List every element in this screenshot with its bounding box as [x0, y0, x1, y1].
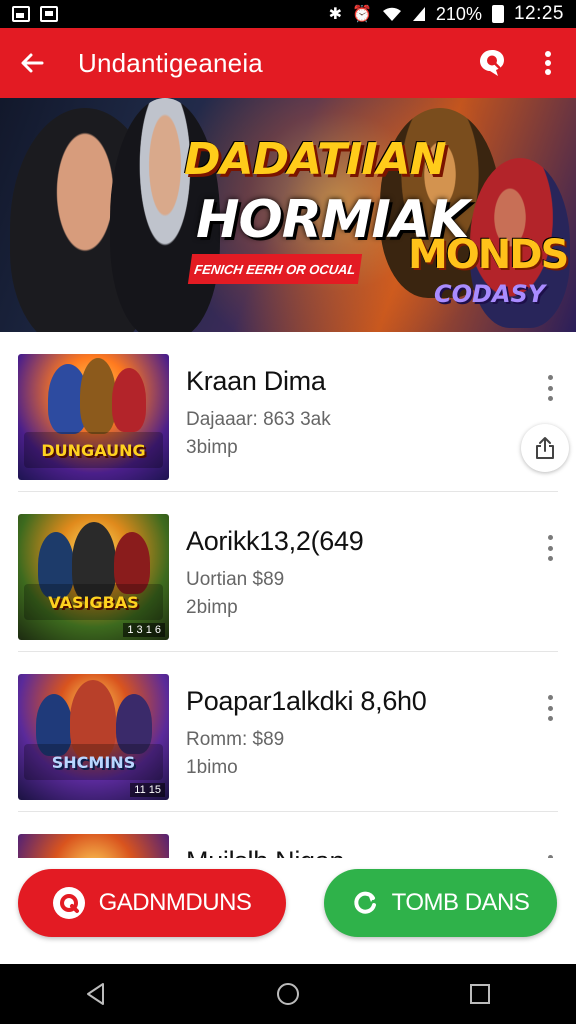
- secondary-action-button[interactable]: TOMB DANS: [324, 869, 557, 937]
- banner-logo-line2: CODASY: [434, 280, 546, 308]
- item-more-button[interactable]: [538, 372, 562, 404]
- overflow-menu-button[interactable]: [520, 28, 576, 98]
- game-list[interactable]: DUNGAUNG Kraan Dima Dajaaar: 863 3ak 3bi…: [0, 332, 576, 858]
- app-bar: Undantigeaneia: [0, 28, 576, 98]
- gallery-notification-icon: [12, 6, 30, 22]
- thumbnail-title: DUNGAUNG: [24, 432, 163, 468]
- signal-icon: [412, 7, 425, 21]
- game-thumbnail: [18, 834, 169, 858]
- more-vert-icon: [545, 51, 551, 75]
- game-thumbnail: SHCMINS 11 15: [18, 674, 169, 800]
- status-bar: ✱ ⏰ 210% 12:25: [0, 0, 576, 28]
- alarm-icon: ⏰: [351, 6, 372, 23]
- message-notification-icon: [40, 6, 58, 22]
- clock: 12:25: [513, 3, 564, 24]
- game-meta-secondary: 1bimo: [186, 757, 238, 778]
- search-button[interactable]: [464, 28, 520, 98]
- search-icon: [480, 50, 504, 76]
- thumbnail-badge: 11 15: [130, 783, 165, 797]
- share-button[interactable]: [521, 424, 569, 472]
- banner-subtitle: FENICH EERH OR OCUAL: [187, 254, 363, 284]
- game-name: Aorikk13,2(649: [186, 526, 364, 556]
- nav-back-button[interactable]: [66, 964, 126, 1024]
- wifi-icon: [382, 7, 401, 21]
- nav-recents-button[interactable]: [450, 964, 510, 1024]
- page-title: Undantigeaneia: [78, 47, 263, 78]
- game-thumbnail: VASIGBAS 1 3 1 6: [18, 514, 169, 640]
- item-more-button[interactable]: [538, 532, 562, 564]
- game-meta-secondary: 3bimp: [186, 437, 238, 458]
- battery-icon: [491, 5, 504, 23]
- list-item[interactable]: DUNGAUNG Kraan Dima Dajaaar: 863 3ak 3bi…: [0, 332, 576, 492]
- battery-percent: 210%: [435, 3, 482, 24]
- primary-action-button[interactable]: GADNMDUNS: [18, 869, 286, 937]
- list-item[interactable]: Mujlslh Nigan: [0, 812, 576, 858]
- game-name: Kraan Dima: [186, 366, 326, 396]
- featured-banner[interactable]: DADATIIAN HORMIAK FENICH EERH OR OCUAL M…: [0, 98, 576, 332]
- nav-home-button[interactable]: [258, 964, 318, 1024]
- square-recents-icon: [470, 984, 490, 1004]
- game-meta-secondary: 2bimp: [186, 597, 238, 618]
- game-thumbnail: DUNGAUNG: [18, 354, 169, 480]
- arrow-left-icon: [21, 53, 44, 73]
- action-bar: GADNMDUNS TOMB DANS: [0, 858, 576, 964]
- triangle-back-icon: [87, 983, 104, 1005]
- game-name: Mujlslh Nigan: [186, 846, 344, 858]
- game-meta: Uortian $89: [186, 569, 285, 590]
- list-item[interactable]: SHCMINS 11 15 Poapar1alkdki 8,6h0 Romm: …: [0, 652, 576, 812]
- refresh-icon: [354, 891, 376, 914]
- banner-logo-line1: MONDS: [408, 232, 569, 278]
- secondary-action-label: TOMB DANS: [391, 889, 530, 916]
- bluetooth-icon: ✱: [328, 6, 342, 23]
- share-icon: [536, 437, 554, 459]
- thumbnail-title: VASIGBAS: [24, 584, 163, 620]
- primary-action-label: GADNMDUNS: [98, 889, 252, 916]
- game-meta: Romm: $89: [186, 729, 285, 750]
- game-meta: Dajaaar: 863 3ak: [186, 409, 331, 430]
- thumbnail-title: SHCMINS: [24, 744, 163, 780]
- item-more-button[interactable]: [538, 692, 562, 724]
- system-navigation-bar: [0, 964, 576, 1024]
- thumbnail-badge: 1 3 1 6: [123, 623, 165, 637]
- game-name: Poapar1alkdki 8,6h0: [186, 686, 427, 716]
- brand-logo-icon: [52, 887, 85, 919]
- circle-home-icon: [277, 983, 299, 1005]
- banner-title-line1: DADATIIAN: [184, 134, 447, 185]
- list-item[interactable]: VASIGBAS 1 3 1 6 Aorikk13,2(649 Uortian …: [0, 492, 576, 652]
- back-button[interactable]: [0, 28, 64, 98]
